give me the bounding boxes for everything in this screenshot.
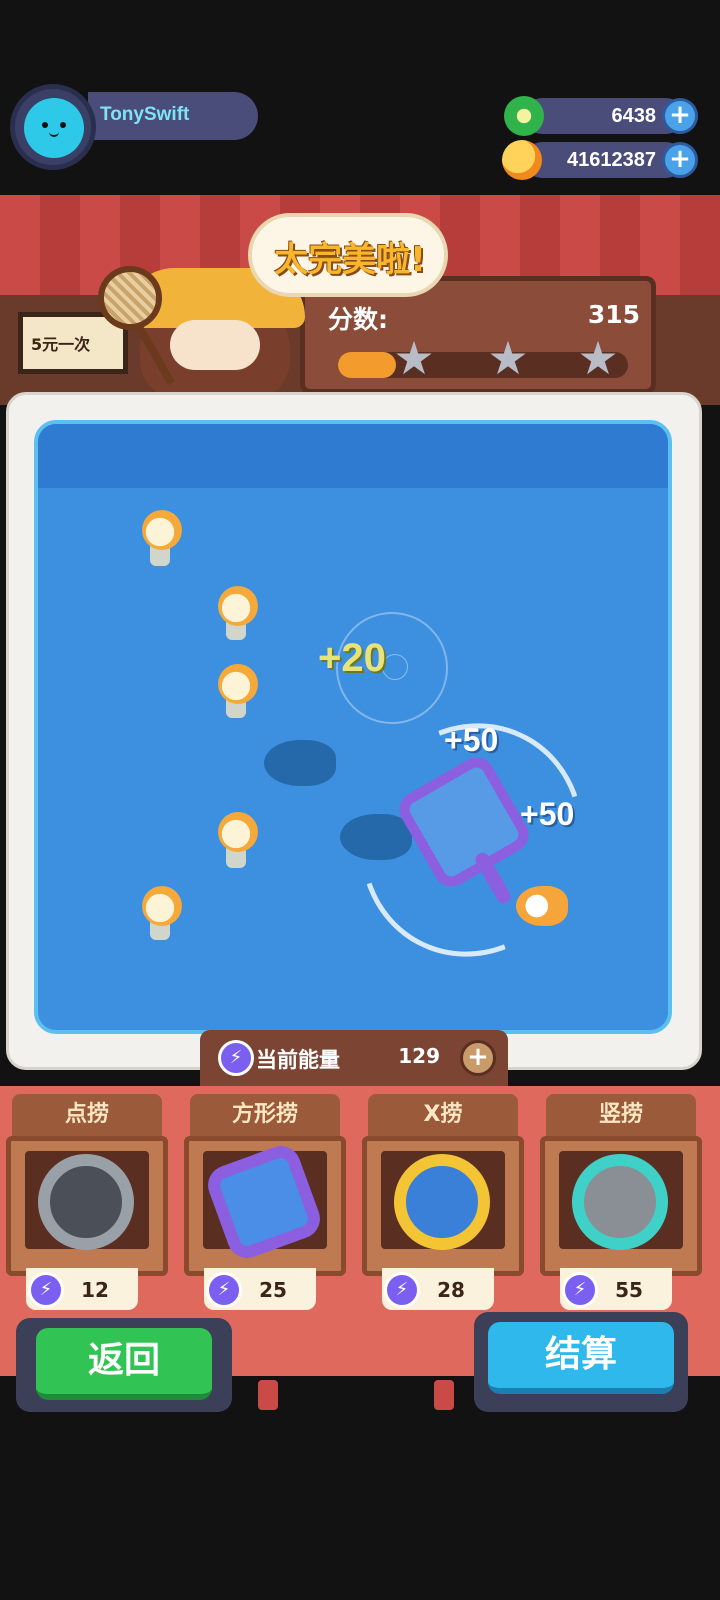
star-2-icon: ★ xyxy=(487,331,529,385)
tool-name: 竖捞 xyxy=(546,1094,696,1136)
settle-button[interactable]: 结算 xyxy=(488,1322,674,1394)
tassel-decoration xyxy=(434,1380,454,1410)
score-value: 315 xyxy=(587,300,640,329)
energy-label: 当前能量 xyxy=(256,1048,340,1072)
fish[interactable] xyxy=(218,586,258,626)
pond-edge-shade xyxy=(38,424,668,488)
energy-bolt-icon: ⚡ xyxy=(206,1272,242,1308)
energy-bolt-icon: ⚡ xyxy=(218,1040,254,1076)
score-label: 分数: xyxy=(328,305,388,334)
tool-name: 方形捞 xyxy=(190,1094,340,1136)
fish[interactable] xyxy=(218,812,258,852)
orange-planet-icon xyxy=(502,140,542,180)
cat-face-icon xyxy=(40,122,68,137)
fish[interactable] xyxy=(218,664,258,704)
add-energy-button[interactable]: + xyxy=(460,1040,496,1076)
mascot-net-icon xyxy=(98,266,162,330)
player-name: TonySwift xyxy=(100,104,190,125)
point-net-icon xyxy=(38,1154,134,1250)
avatar[interactable] xyxy=(24,98,84,158)
x-net-icon xyxy=(394,1154,490,1250)
back-button[interactable]: 返回 xyxy=(36,1328,212,1400)
fishing-pond[interactable] xyxy=(34,420,672,1034)
fish[interactable] xyxy=(142,510,182,550)
energy-bolt-icon: ⚡ xyxy=(384,1272,420,1308)
tool-cost: 25 xyxy=(259,1278,287,1302)
price-sign-text: 5元一次 xyxy=(31,335,91,354)
tool-name: 点捞 xyxy=(12,1094,162,1136)
feedback-text: 太完美啦! xyxy=(274,240,426,280)
otter-face xyxy=(170,320,260,370)
caught-goldfish xyxy=(516,886,568,926)
tool-name: X捞 xyxy=(368,1094,518,1136)
tool-cost: 55 xyxy=(615,1278,643,1302)
add-gems-button[interactable]: + xyxy=(662,98,698,134)
score-popup: +50 xyxy=(444,722,499,758)
score-progress-fill xyxy=(338,352,396,378)
score-popup: +20 xyxy=(318,636,386,680)
energy-bolt-icon: ⚡ xyxy=(28,1272,64,1308)
gem-count: 6438 xyxy=(611,105,657,127)
energy-value: 129 xyxy=(398,1044,440,1068)
tool-cost: 28 xyxy=(437,1278,465,1302)
tool-cost: 12 xyxy=(81,1278,109,1302)
star-1-icon: ★ xyxy=(393,331,435,385)
fish[interactable] xyxy=(142,886,182,926)
star-3-icon: ★ xyxy=(577,331,619,385)
vertical-net-icon xyxy=(572,1154,668,1250)
tassel-decoration xyxy=(258,1380,278,1410)
score-popup: +50 xyxy=(520,796,575,832)
energy-bolt-icon: ⚡ xyxy=(562,1272,598,1308)
coin-count: 41612387 xyxy=(567,149,656,171)
add-coins-button[interactable]: + xyxy=(662,142,698,178)
shadow-fish xyxy=(264,740,336,786)
green-gem-icon xyxy=(504,96,544,136)
